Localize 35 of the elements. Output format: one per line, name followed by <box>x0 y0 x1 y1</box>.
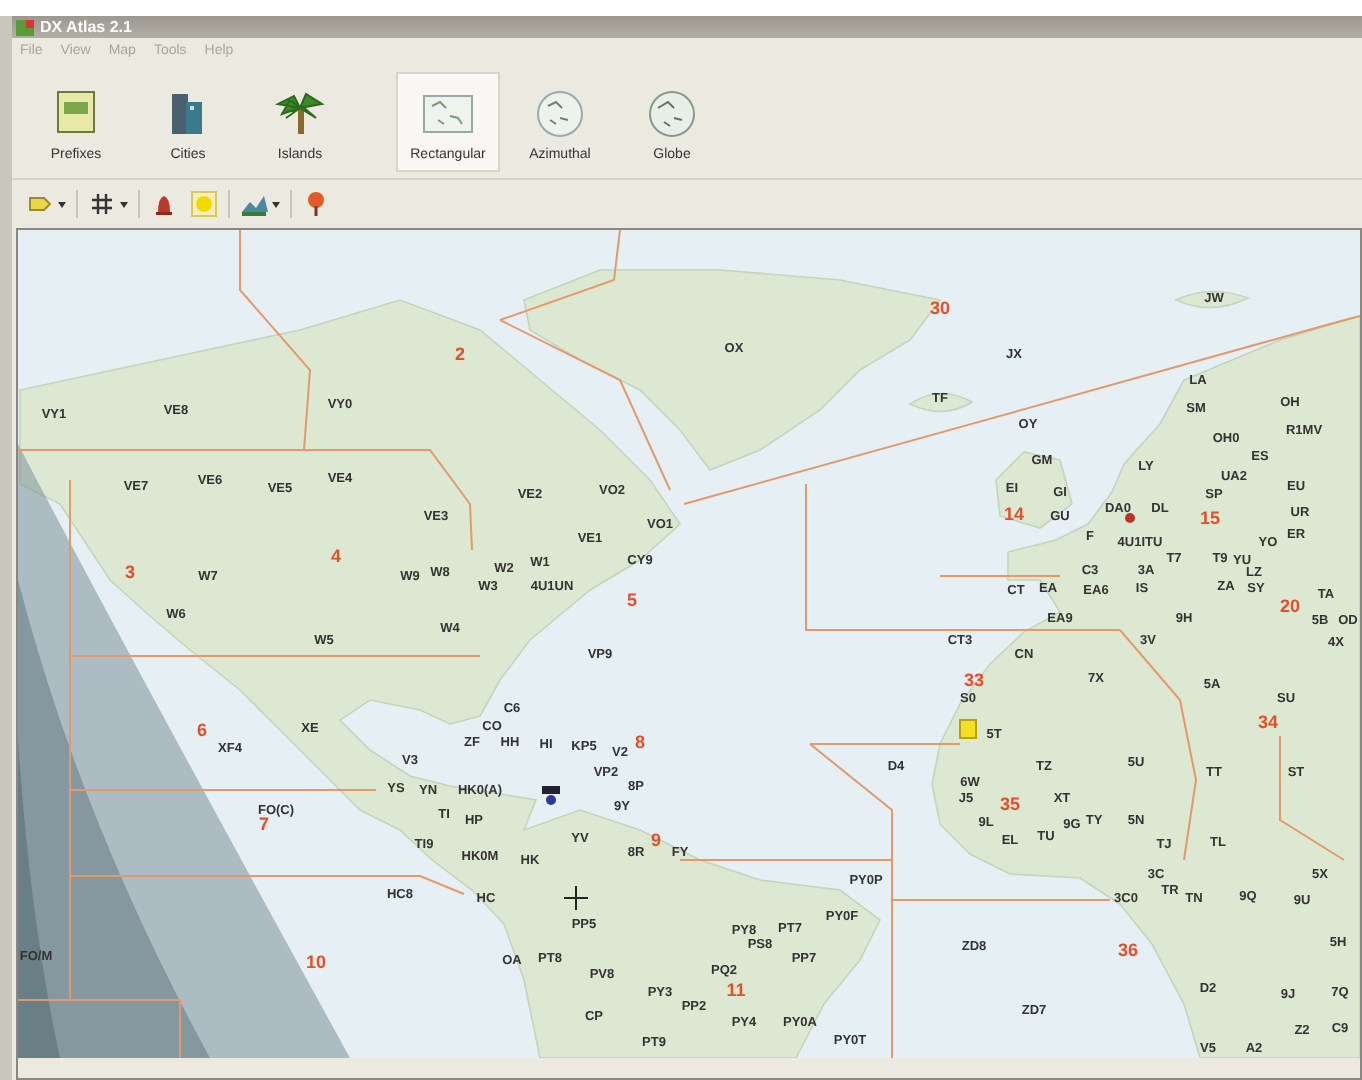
location-marker <box>959 719 977 739</box>
zone-number: 9 <box>651 830 661 850</box>
caret-icon <box>58 201 66 207</box>
home-marker <box>1125 513 1135 523</box>
zone-number: 6 <box>197 720 207 740</box>
grid-icon <box>88 190 116 218</box>
zone-number: 10 <box>306 952 326 972</box>
zone-number: 34 <box>1258 712 1278 732</box>
zone-number: 2 <box>455 344 465 364</box>
zone-number: 8 <box>635 732 645 752</box>
sun-icon <box>190 190 218 218</box>
zone-number: 7 <box>259 814 269 834</box>
zone-number: 15 <box>1200 508 1220 528</box>
bell-icon <box>150 190 178 218</box>
caret-icon <box>120 201 128 207</box>
islands-icon <box>274 87 326 139</box>
azimuthal-icon <box>534 87 586 139</box>
app-icon <box>16 19 34 35</box>
marker-icon <box>542 786 560 805</box>
toolbar-button[interactable] <box>86 188 130 220</box>
zone-number: 20 <box>1280 596 1300 616</box>
zone-number: 33 <box>964 670 984 690</box>
zone-number: 14 <box>1004 504 1024 524</box>
zone-number: 4 <box>331 546 341 566</box>
zone-number: 5 <box>627 590 637 610</box>
pin-icon <box>302 190 330 218</box>
zone-number: 3 <box>125 562 135 582</box>
caret-icon <box>272 201 280 207</box>
zone-number: 30 <box>930 298 950 318</box>
window-title: DX Atlas 2.1 <box>40 19 132 35</box>
globe-icon <box>646 87 698 139</box>
zone-number: 36 <box>1118 940 1138 960</box>
zone-number: 35 <box>1000 794 1020 814</box>
zone-number: 11 <box>726 980 746 1000</box>
crosshair-cursor <box>563 885 589 911</box>
